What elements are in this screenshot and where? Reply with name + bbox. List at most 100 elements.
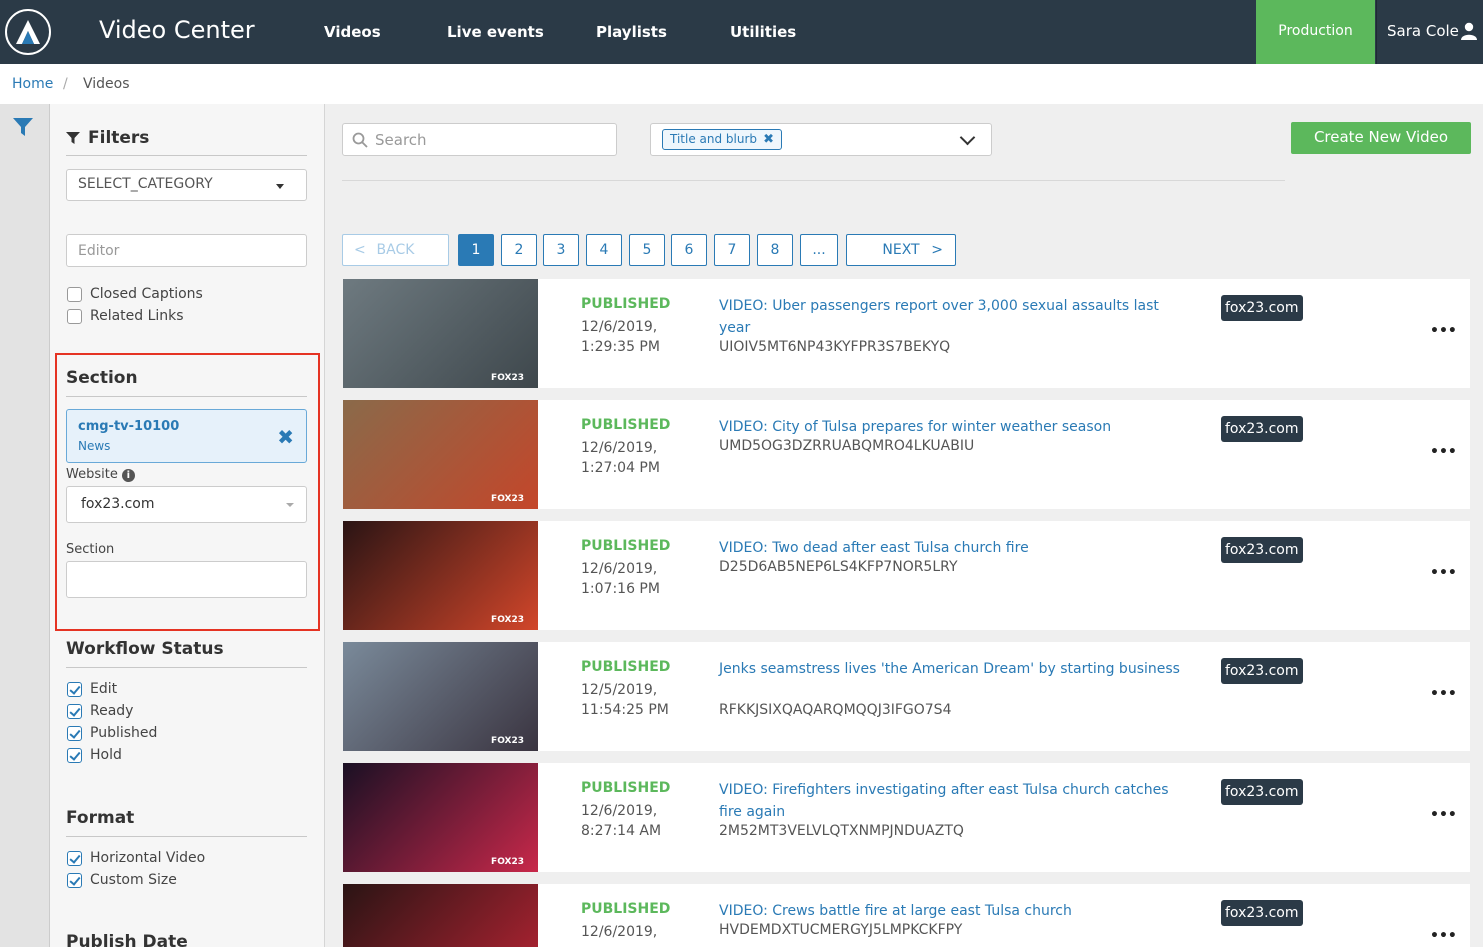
video-thumbnail[interactable]: FOX23 [343,763,538,872]
more-options-icon[interactable]: ••• [1430,686,1457,702]
more-options-icon[interactable]: ••• [1430,565,1457,581]
app-logo-icon[interactable] [5,9,51,55]
workflow-hold-checkbox[interactable]: Hold [67,747,122,763]
pager-back-button[interactable]: < BACK [342,234,449,266]
video-title-link[interactable]: VIDEO: City of Tulsa prepares for winter… [719,416,1189,438]
pager-page-3[interactable]: 3 [543,234,579,266]
format-custom-size-checkbox[interactable]: Custom Size [67,872,177,888]
remove-chip-icon[interactable]: ✖ [277,425,294,449]
checkbox-label: Edit [90,681,118,697]
video-row[interactable]: FOX23 PUBLISHED 12/5/2019, 11:54:25 PM Jenks… [343,642,1470,751]
pager-page-5[interactable]: 5 [629,234,665,266]
more-options-icon[interactable]: ••• [1430,807,1457,823]
checkbox-box[interactable] [67,747,82,763]
checkbox-box[interactable] [67,703,82,719]
video-row[interactable]: FOX23 PUBLISHED 12/6/2019, 1:07:16 PM VIDEO:… [343,521,1470,630]
video-thumbnail[interactable]: FOX23 [343,521,538,630]
checkbox-label: Ready [90,703,134,719]
search-field-tag: Title and blurb ✖ [662,129,783,150]
chip-secondary: News [78,439,111,453]
video-thumbnail[interactable]: FOX23 [343,279,538,388]
video-date-time: 1:07:16 PM [581,581,660,597]
video-date-day: 12/6/2019, [581,440,658,456]
nav-live-events[interactable]: Live events [447,23,544,41]
video-thumbnail[interactable]: FOX23 [343,400,538,509]
chevron-down-icon[interactable] [959,129,976,146]
checkbox-label: Published [90,725,158,741]
thumbnail-brand: FOX23 [491,857,524,867]
nav-utilities[interactable]: Utilities [730,23,796,41]
video-row[interactable]: FOX23 PUBLISHED 12/6/2019, 8:27:14 AM VIDEO:… [343,763,1470,872]
info-icon[interactable]: i [121,469,135,482]
thumbnail-brand: FOX23 [491,736,524,746]
pager-page-8[interactable]: 8 [757,234,793,266]
category-select[interactable]: SELECT_CATEGORY [66,169,307,201]
search-fields-select[interactable]: Title and blurb ✖ [650,123,992,156]
breadcrumb-home[interactable]: Home [12,76,53,92]
workflow-edit-checkbox[interactable]: Edit [67,681,117,697]
pager-page-1[interactable]: 1 [458,234,494,266]
format-horizontal-checkbox[interactable]: Horizontal Video [67,850,205,866]
chevron-right-icon: > [931,242,943,258]
video-title-link[interactable]: Jenks seamstress lives 'the American Dre… [719,658,1189,680]
video-row[interactable]: FOX23 PUBLISHED 12/6/2019, 1:27:04 PM VIDEO:… [343,400,1470,509]
pager-ellipsis[interactable]: ... [800,234,838,266]
checkbox-box[interactable] [67,850,82,866]
thumbnail-brand: FOX23 [491,615,524,625]
closed-captions-checkbox[interactable]: Closed Captions [67,286,203,302]
divider [66,667,307,668]
video-status: PUBLISHED [581,538,671,554]
video-title-link[interactable]: VIDEO: Crews battle fire at large east T… [719,900,1189,922]
search-input[interactable] [375,130,605,150]
search-field-tag-label: Title and blurb [670,132,758,146]
checkbox-box[interactable] [67,308,82,324]
more-options-icon[interactable]: ••• [1430,928,1457,944]
related-links-checkbox[interactable]: Related Links [67,308,184,324]
nav-videos[interactable]: Videos [324,23,381,41]
checkbox-box[interactable] [67,872,82,888]
filter-toggle-icon[interactable] [12,116,34,138]
divider [66,396,307,397]
breadcrumb: Home / Videos [0,64,1483,104]
website-label-text: Website [66,467,118,482]
workflow-status-title: Workflow Status [66,639,224,659]
video-title-link[interactable]: VIDEO: Two dead after east Tulsa church … [719,537,1189,559]
section-input[interactable] [66,561,307,598]
video-id: 2M52MT3VELVLQTXNMPJNDUAZTQ [719,823,964,839]
website-badge: fox23.com [1221,537,1303,563]
remove-tag-icon[interactable]: ✖ [763,130,774,149]
pager-page-6[interactable]: 6 [671,234,707,266]
video-thumbnail[interactable]: FOX23 [343,642,538,751]
video-id: HVDEMDXTUCMERGYJ5LMPKCKFPY [719,922,963,938]
video-row[interactable]: FOX23 PUBLISHED 12/6/2019, VIDEO: Crews bat… [343,884,1470,947]
create-new-video-button[interactable]: Create New Video [1291,122,1471,154]
editor-input[interactable] [66,234,307,267]
workflow-published-checkbox[interactable]: Published [67,725,157,741]
pager-next-button[interactable]: NEXT > [846,234,956,266]
more-options-icon[interactable]: ••• [1430,323,1457,339]
funnel-icon [66,132,80,144]
pager-page-7[interactable]: 7 [714,234,750,266]
video-title-link[interactable]: VIDEO: Uber passengers report over 3,000… [719,295,1189,339]
video-date-day: 12/6/2019, [581,561,658,577]
pager-page-4[interactable]: 4 [586,234,622,266]
environment-button[interactable]: Production [1256,0,1375,64]
video-id: D25D6AB5NEP6LS4KFP7NOR5LRY [719,559,958,575]
checkbox-label: Closed Captions [90,286,203,302]
checkbox-box[interactable] [67,725,82,741]
pager-page-2[interactable]: 2 [501,234,537,266]
website-select[interactable]: fox23.com [66,486,307,523]
more-options-icon[interactable]: ••• [1430,444,1457,460]
website-badge: fox23.com [1221,416,1303,442]
search-box[interactable] [342,123,617,156]
video-thumbnail[interactable]: FOX23 [343,884,538,947]
video-row[interactable]: FOX23 PUBLISHED 12/6/2019, 1:29:35 PM VIDEO:… [343,279,1470,388]
nav-playlists[interactable]: Playlists [596,23,667,41]
video-title-link[interactable]: VIDEO: Firefighters investigating after … [719,779,1189,823]
workflow-ready-checkbox[interactable]: Ready [67,703,133,719]
checkbox-box[interactable] [67,681,82,697]
checkbox-box[interactable] [67,286,82,302]
user-menu[interactable]: Sara Cole [1376,0,1483,64]
website-label: Website i [66,467,135,482]
thumbnail-brand: FOX23 [491,373,524,383]
